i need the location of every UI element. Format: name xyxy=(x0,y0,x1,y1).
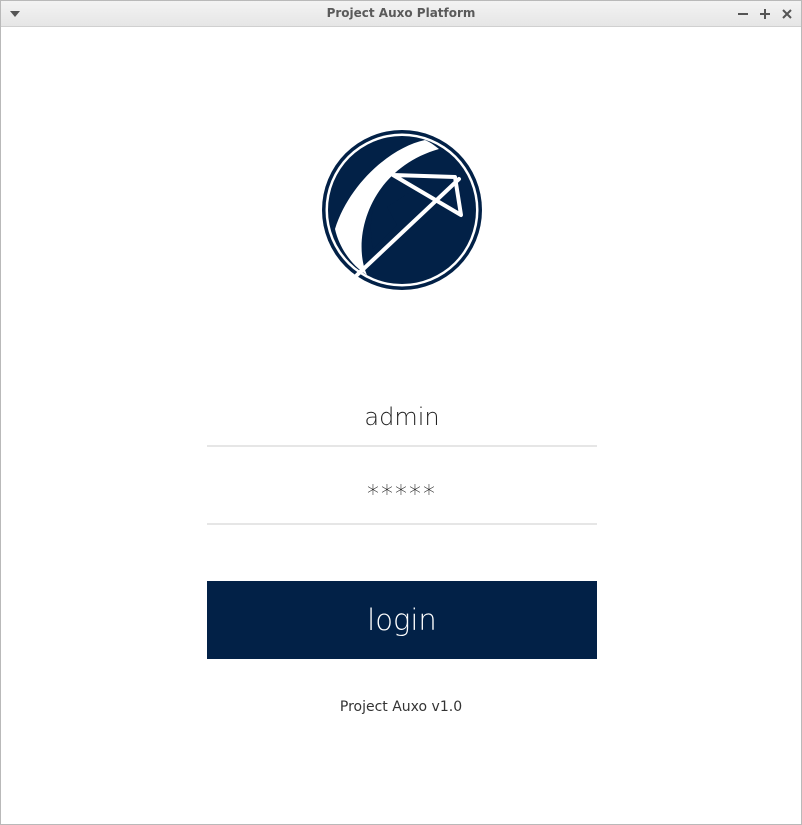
close-icon xyxy=(782,4,792,23)
minimize-button[interactable] xyxy=(735,5,751,21)
password-field[interactable]: ***** xyxy=(207,469,597,525)
plus-icon xyxy=(760,4,770,23)
username-field[interactable]: admin xyxy=(207,393,597,447)
version-label: Project Auxo v1.0 xyxy=(339,699,463,715)
window-title: Project Auxo Platform xyxy=(326,6,476,20)
username-value: admin xyxy=(364,403,440,431)
minus-icon xyxy=(738,4,748,23)
close-button[interactable] xyxy=(779,5,795,21)
maximize-button[interactable] xyxy=(757,5,773,21)
project-auxo-logo xyxy=(321,129,483,291)
password-value: ***** xyxy=(367,480,437,508)
app-window: Project Auxo Platform admin ***** login … xyxy=(0,0,802,825)
title-bar[interactable]: Project Auxo Platform xyxy=(1,1,801,27)
login-button[interactable]: login xyxy=(207,581,597,659)
window-controls xyxy=(735,5,795,21)
